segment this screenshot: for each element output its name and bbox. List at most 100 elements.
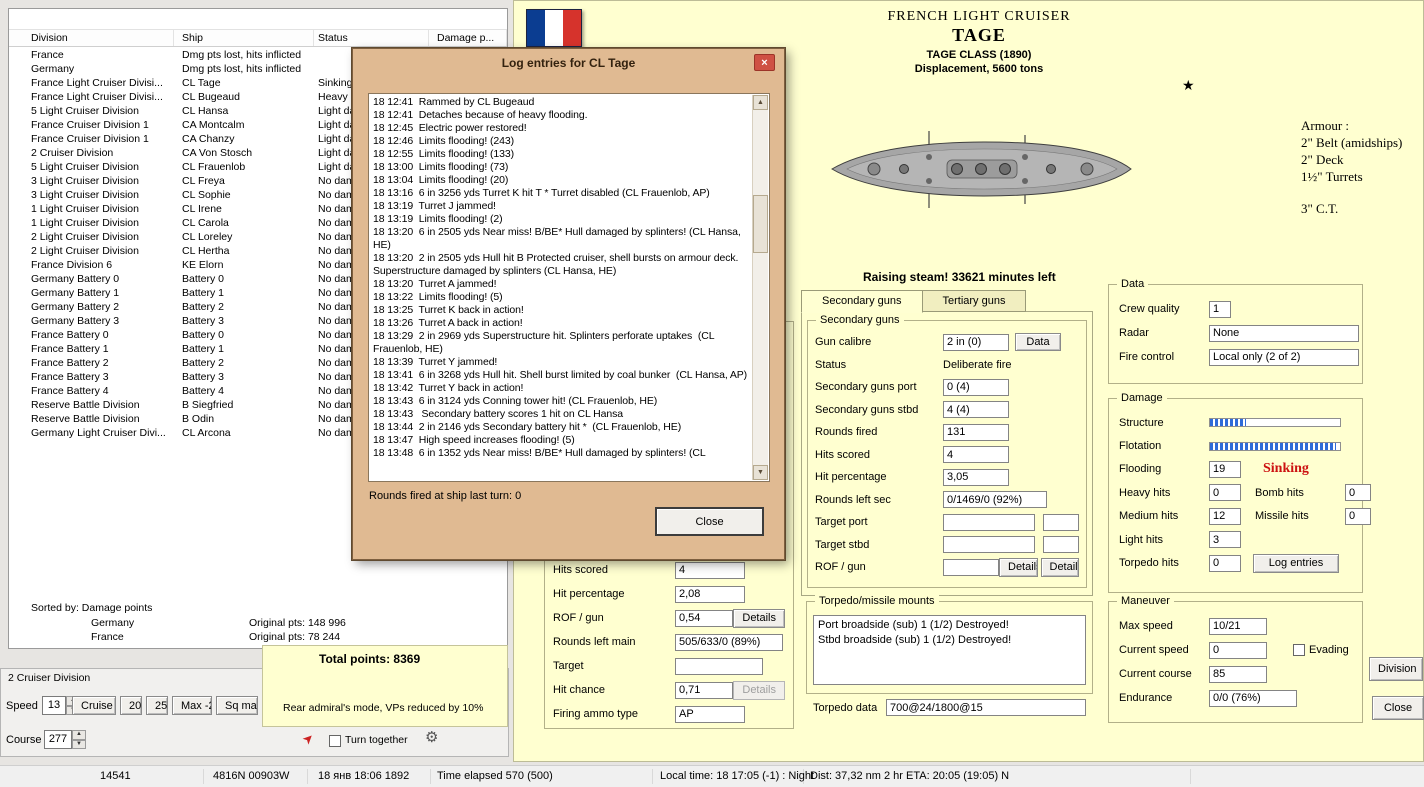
log-entries-button[interactable]: Log entries <box>1253 553 1339 573</box>
secondary-port-field[interactable] <box>943 378 1009 396</box>
log-entry[interactable]: 18 13:00 Limits flooding! (73) <box>373 161 749 174</box>
details-button[interactable]: Details <box>1040 557 1079 577</box>
scrollbar-down-icon[interactable]: ▼ <box>753 465 768 480</box>
division-title: 2 Cruiser Division <box>8 672 91 684</box>
firing-ammo-field[interactable] <box>675 705 745 723</box>
target-field[interactable] <box>675 657 763 675</box>
torpedo-mounts-list[interactable]: Port broadside (sub) 1 (1/2) Destroyed! S… <box>813 615 1086 685</box>
hit-chance-field[interactable] <box>675 681 733 699</box>
log-entry[interactable]: 18 12:41 Rammed by CL Bugeaud <box>373 96 749 109</box>
sq-maneuver-button[interactable]: Sq ma <box>216 696 258 715</box>
log-entry[interactable]: 18 13:20 6 in 2505 yds Near miss! B/BE* … <box>373 226 749 252</box>
evading-checkbox[interactable] <box>1293 644 1305 656</box>
log-entry[interactable]: 18 13:43 Secondary battery scores 1 hit … <box>373 408 749 421</box>
log-entry[interactable]: 18 13:20 2 in 2505 yds Hull hit B Protec… <box>373 252 749 278</box>
missile-hits-field[interactable] <box>1345 507 1371 525</box>
log-entry[interactable]: 18 13:25 Turret K back in action! <box>373 304 749 317</box>
speed-25-button[interactable]: 25 <box>146 696 168 715</box>
torpedo-mount-line[interactable]: Stbd broadside (sub) 1 (1/2) Destroyed! <box>818 633 1081 648</box>
gear-icon[interactable]: ⚙ <box>425 728 438 746</box>
speed-value[interactable]: 13 <box>42 696 66 715</box>
log-entry[interactable]: 18 13:26 Turret A back in action! <box>373 317 749 330</box>
target-stbd-field[interactable] <box>943 536 1035 554</box>
column-header-status[interactable]: Status <box>314 30 429 46</box>
torpedo-mount-line[interactable]: Port broadside (sub) 1 (1/2) Destroyed! <box>818 618 1081 633</box>
sec-hits-scored-field[interactable] <box>943 446 1009 464</box>
hit-percentage-field[interactable] <box>675 585 745 603</box>
current-speed-field[interactable] <box>1209 641 1267 659</box>
log-entry[interactable]: 18 13:29 2 in 2969 yds Superstructure hi… <box>373 330 749 356</box>
log-entry[interactable]: 18 13:19 Limits flooding! (2) <box>373 213 749 226</box>
dialog-title-bar[interactable]: Log entries for CL Tage <box>353 49 784 76</box>
log-entry[interactable]: 18 13:47 High speed increases flooding! … <box>373 434 749 447</box>
turn-together-checkbox[interactable] <box>329 735 341 747</box>
heavy-hits-field[interactable] <box>1209 484 1241 502</box>
sec-hit-percentage-field[interactable] <box>943 468 1009 486</box>
speed-20-button[interactable]: 20 <box>120 696 142 715</box>
log-entry[interactable]: 18 12:45 Electric power restored! <box>373 122 749 135</box>
rof-field[interactable] <box>675 609 733 627</box>
table-header: Division Ship Status Damage p... <box>9 29 507 47</box>
table-cell: Battery 2 <box>182 357 225 369</box>
tab-secondary-guns[interactable]: Secondary guns <box>801 290 923 313</box>
ship-close-button[interactable]: Close <box>1372 696 1424 720</box>
light-hits-field[interactable] <box>1209 531 1241 549</box>
log-entry[interactable]: 18 13:04 Limits flooding! (20) <box>373 174 749 187</box>
sec-rof-field[interactable] <box>943 558 999 576</box>
course-value[interactable]: 277 <box>44 730 72 749</box>
log-entry[interactable]: 18 13:42 Turret Y back in action! <box>373 382 749 395</box>
torpedo-data-field[interactable] <box>886 699 1086 716</box>
target-stbd-aux-field[interactable] <box>1043 536 1079 554</box>
division-button[interactable]: Division <box>1369 657 1423 681</box>
log-entry[interactable]: 18 13:43 6 in 3124 yds Conning tower hit… <box>373 395 749 408</box>
cruise-button[interactable]: Cruise <box>72 696 116 715</box>
scrollbar[interactable]: ▲ ▼ <box>752 95 768 480</box>
log-entry[interactable]: 18 12:41 Detaches because of heavy flood… <box>373 109 749 122</box>
current-course-field[interactable] <box>1209 665 1267 683</box>
scrollbar-thumb[interactable] <box>753 195 768 253</box>
scrollbar-up-icon[interactable]: ▲ <box>753 95 768 110</box>
rounds-fired-field[interactable] <box>943 423 1009 441</box>
crew-quality-field[interactable] <box>1209 300 1231 318</box>
flooding-field[interactable] <box>1209 460 1241 478</box>
details-button[interactable]: Details <box>733 608 785 628</box>
details-button[interactable]: Details <box>999 557 1038 577</box>
log-entry[interactable]: 18 12:55 Limits flooding! (133) <box>373 148 749 161</box>
column-header-ship[interactable]: Ship <box>174 30 314 46</box>
max-minus-2-button[interactable]: Max -2 <box>172 696 212 715</box>
course-stepper[interactable]: 277 ▲ ▼ <box>44 730 86 749</box>
log-entry[interactable]: 18 13:16 6 in 3256 yds Turret K hit T * … <box>373 187 749 200</box>
course-up-icon[interactable]: ▲ <box>72 730 86 740</box>
endurance-field[interactable] <box>1209 689 1297 707</box>
log-entry[interactable]: 18 12:46 Limits flooding! (243) <box>373 135 749 148</box>
log-list[interactable]: 18 12:41 Rammed by CL Bugeaud 18 12:41 De… <box>368 93 770 482</box>
torpedo-hits-field[interactable] <box>1209 554 1241 572</box>
medium-hits-field[interactable] <box>1209 507 1241 525</box>
column-header-division[interactable]: Division <box>9 30 174 46</box>
table-cell: France Battery 0 <box>31 329 109 341</box>
data-button[interactable]: Data <box>1015 333 1061 352</box>
tab-tertiary-guns[interactable]: Tertiary guns <box>921 290 1027 312</box>
column-header-damage[interactable]: Damage p... <box>429 30 507 46</box>
course-down-icon[interactable]: ▼ <box>72 739 86 749</box>
dialog-close-button[interactable]: Close <box>656 508 763 535</box>
target-port-aux-field[interactable] <box>1043 513 1079 531</box>
close-icon[interactable]: × <box>754 54 775 71</box>
log-entry[interactable]: 18 13:44 2 in 2146 yds Secondary battery… <box>373 421 749 434</box>
log-entry[interactable]: 18 13:20 Turret A jammed! <box>373 278 749 291</box>
bomb-hits-field[interactable] <box>1345 484 1371 502</box>
gun-calibre-field[interactable] <box>943 333 1009 351</box>
rounds-left-sec-field[interactable] <box>943 491 1047 509</box>
log-entry[interactable]: 18 13:19 Turret J jammed! <box>373 200 749 213</box>
target-port-field[interactable] <box>943 513 1035 531</box>
hits-scored-field[interactable] <box>675 561 745 579</box>
radar-field[interactable] <box>1209 324 1359 342</box>
fire-control-field[interactable] <box>1209 348 1359 366</box>
log-entry[interactable]: 18 13:41 6 in 3268 yds Hull hit. Shell b… <box>373 369 749 382</box>
rounds-left-main-field[interactable] <box>675 633 783 651</box>
log-entry[interactable]: 18 13:22 Limits flooding! (5) <box>373 291 749 304</box>
log-entry[interactable]: 18 13:48 6 in 1352 yds Near miss! B/BE* … <box>373 447 749 460</box>
secondary-stbd-field[interactable] <box>943 401 1009 419</box>
max-speed-field[interactable] <box>1209 617 1267 635</box>
log-entry[interactable]: 18 13:39 Turret Y jammed! <box>373 356 749 369</box>
